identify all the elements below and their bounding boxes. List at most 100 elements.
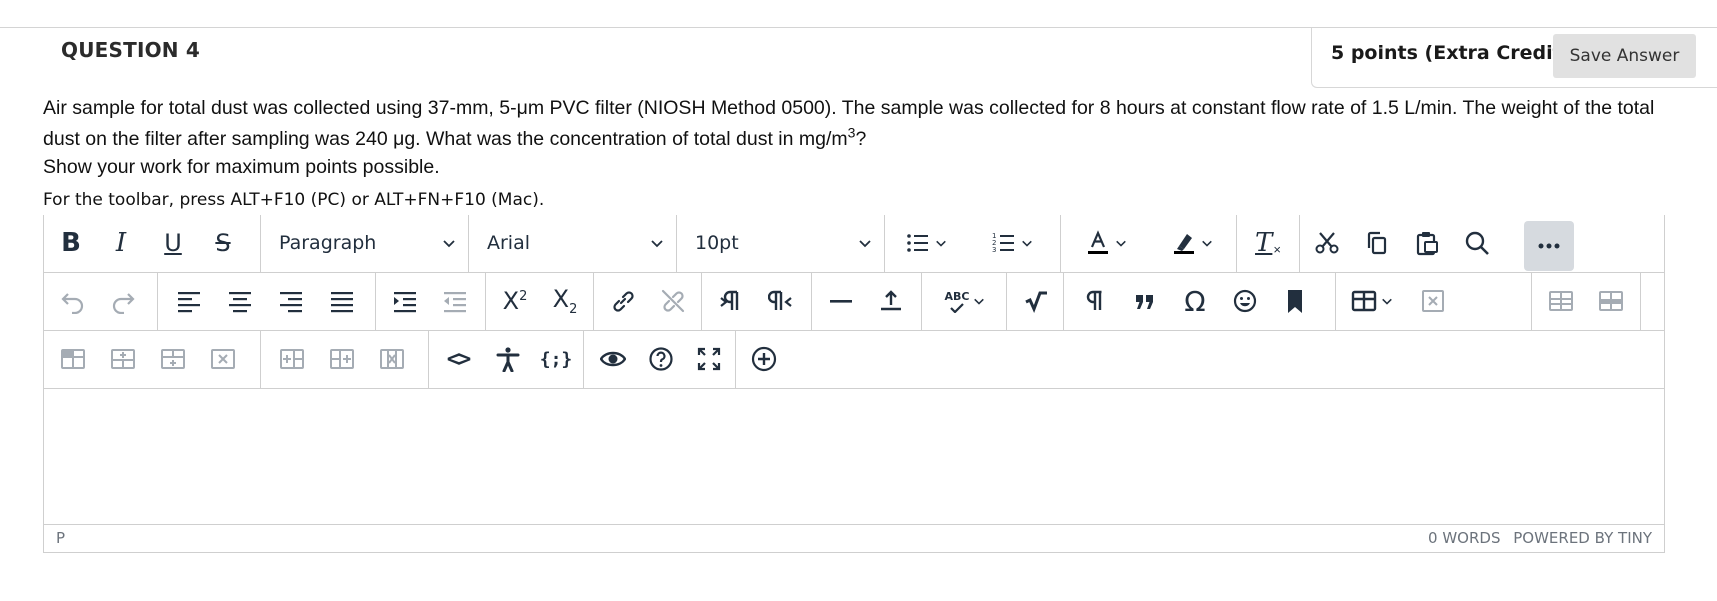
indent-button[interactable] [382, 279, 428, 323]
delete-table-button[interactable] [1410, 279, 1456, 323]
source-code-icon: <> [446, 346, 471, 372]
paste-button[interactable] [1404, 221, 1450, 265]
highlighter-icon [1174, 234, 1194, 254]
unlink-button[interactable] [650, 279, 696, 323]
rtl-button[interactable] [758, 279, 804, 323]
undo-icon [61, 293, 84, 314]
show-blocks-button[interactable] [1072, 279, 1118, 323]
math-editor-button[interactable] [1013, 279, 1059, 323]
italic-button[interactable]: I [98, 221, 144, 265]
redo-button[interactable] [100, 279, 146, 323]
block-format-value: Paragraph [279, 232, 377, 254]
spellcheck-button[interactable]: ABC [928, 279, 1002, 323]
insert-link-button[interactable] [600, 279, 646, 323]
superscript-button[interactable]: X2 [492, 279, 538, 323]
font-family-select[interactable]: Arial [469, 221, 676, 265]
chevron-down-icon [1382, 298, 1392, 305]
outdent-icon [444, 292, 466, 313]
insert-group [812, 273, 922, 330]
preview-button[interactable] [590, 337, 636, 381]
find-replace-button[interactable] [1454, 221, 1500, 265]
insert-row-before-icon [111, 349, 135, 369]
row-properties-button[interactable] [1588, 279, 1634, 323]
cell-properties-icon [61, 349, 85, 369]
code-braces-icon: {;} [539, 348, 573, 370]
underline-button[interactable]: U [150, 221, 196, 265]
superscript-base: X [502, 287, 520, 315]
script-group: X2 X2 [486, 273, 594, 330]
save-answer-button[interactable]: Save Answer [1553, 34, 1696, 78]
more-toolbar-button[interactable] [1524, 221, 1574, 271]
help-icon [649, 347, 673, 371]
more-horizontal-icon [1538, 243, 1560, 249]
insert-row-before-button[interactable] [100, 337, 146, 381]
anchor-button[interactable] [1272, 279, 1318, 323]
chevron-down-icon [936, 240, 946, 247]
delete-row-button[interactable] [200, 337, 246, 381]
table-props-group [1531, 273, 1641, 330]
outdent-button[interactable] [432, 279, 478, 323]
clear-x-mark: × [1273, 241, 1281, 257]
format-group: B I U S [44, 215, 261, 272]
blockquote-button[interactable] [1122, 279, 1168, 323]
paste-icon [1416, 232, 1438, 256]
highlight-color-button[interactable] [1153, 221, 1231, 265]
insert-content-plus-button[interactable] [741, 337, 787, 381]
bullet-list-button[interactable] [887, 221, 965, 265]
align-right-button[interactable] [268, 279, 314, 323]
insert-content-button[interactable] [868, 279, 914, 323]
help-button[interactable] [638, 337, 684, 381]
source-code-button[interactable]: <> [435, 337, 481, 381]
quote-icon [1136, 295, 1153, 309]
insert-column-before-button[interactable] [269, 337, 315, 381]
bold-button[interactable]: B [48, 221, 94, 265]
numbered-list-button[interactable]: 123 [973, 221, 1051, 265]
horizontal-line-button[interactable] [818, 279, 864, 323]
clipboard-group [1300, 215, 1510, 272]
fullscreen-button[interactable] [686, 337, 732, 381]
spellcheck-icon: ABC [945, 290, 969, 313]
delete-column-button[interactable] [369, 337, 415, 381]
ltr-button[interactable] [708, 279, 754, 323]
font-size-select[interactable]: 10pt [677, 221, 884, 265]
chevron-down-icon [1022, 240, 1032, 247]
font-size-value: 10pt [695, 232, 739, 254]
table-button[interactable] [1340, 279, 1404, 323]
insert-row-after-button[interactable] [150, 337, 196, 381]
subscript-button[interactable]: X2 [542, 279, 588, 323]
bold-icon: B [61, 228, 81, 258]
powered-by-link[interactable]: POWERED BY TINY [1513, 529, 1652, 547]
accessibility-checker-button[interactable] [485, 337, 531, 381]
right-to-left-icon [768, 290, 792, 310]
cell-properties-button[interactable] [50, 337, 96, 381]
justify-button[interactable] [319, 279, 365, 323]
table-group [1336, 273, 1531, 330]
table-properties-button[interactable] [1538, 279, 1584, 323]
undo-button[interactable] [50, 279, 96, 323]
insert-column-after-button[interactable] [319, 337, 365, 381]
question-text: Air sample for total dust was collected … [43, 93, 1683, 155]
horizontal-rule-icon [830, 300, 852, 303]
word-count[interactable]: 0 WORDS [1428, 529, 1500, 547]
align-center-button[interactable] [217, 279, 263, 323]
block-format-select[interactable]: Paragraph [261, 221, 468, 265]
align-left-button[interactable] [166, 279, 212, 323]
copy-button[interactable] [1354, 221, 1400, 265]
question-title: QUESTION 4 [61, 38, 201, 62]
link-icon [613, 291, 634, 312]
cut-button[interactable] [1304, 221, 1350, 265]
toolbar-row-3: <> {;} [44, 331, 1664, 389]
subscript-base: X [552, 285, 570, 314]
add-circle-icon [751, 346, 777, 372]
clear-formatting-button[interactable]: T × [1245, 221, 1291, 265]
editor-content-area[interactable] [44, 390, 1664, 524]
alignment-group [158, 273, 376, 330]
link-group [594, 273, 702, 330]
code-sample-button[interactable]: {;} [533, 337, 579, 381]
element-path[interactable]: P [56, 529, 65, 547]
strikethrough-button[interactable]: S [200, 221, 246, 265]
emoticons-button[interactable] [1222, 279, 1268, 323]
special-character-button[interactable]: Ω [1172, 279, 1218, 323]
accessibility-icon [496, 347, 520, 372]
text-color-button[interactable] [1067, 221, 1145, 265]
